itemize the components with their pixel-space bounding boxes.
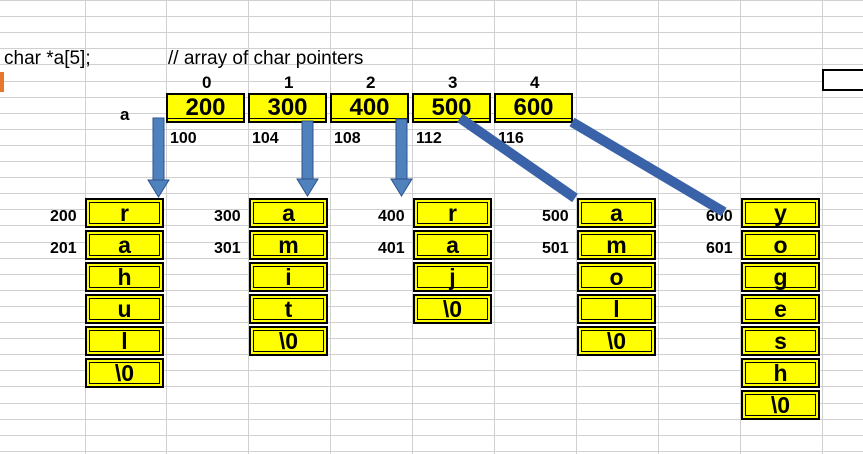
- string-1-char[interactable]: \0: [249, 326, 328, 356]
- string-4-address-1: 601: [706, 240, 733, 257]
- index-3: 3: [448, 73, 458, 92]
- string-3-char[interactable]: l: [577, 294, 656, 324]
- string-0-char[interactable]: l: [85, 326, 164, 356]
- array-name-label: a: [120, 105, 130, 124]
- pointer-cell-4[interactable]: 600: [494, 93, 573, 123]
- string-4-char[interactable]: o: [741, 230, 820, 260]
- string-2-char[interactable]: a: [413, 230, 492, 260]
- string-4-char[interactable]: e: [741, 294, 820, 324]
- string-4-char[interactable]: s: [741, 326, 820, 356]
- pointer-cell-3[interactable]: 500: [412, 93, 491, 123]
- index-0: 0: [202, 73, 212, 92]
- string-2-char[interactable]: j: [413, 262, 492, 292]
- string-3-char[interactable]: m: [577, 230, 656, 260]
- string-2-char[interactable]: r: [413, 198, 492, 228]
- selected-cell[interactable]: [822, 69, 863, 91]
- array-address-2: 108: [334, 130, 361, 147]
- string-0-char[interactable]: r: [85, 198, 164, 228]
- array-address-3: 112: [416, 130, 442, 147]
- string-0-char[interactable]: u: [85, 294, 164, 324]
- array-address-4: 116: [498, 130, 524, 147]
- string-3-char[interactable]: a: [577, 198, 656, 228]
- string-3-address-1: 501: [542, 240, 569, 257]
- string-0-char[interactable]: \0: [85, 358, 164, 388]
- index-2: 2: [366, 73, 376, 92]
- pointer-cell-1[interactable]: 300: [248, 93, 327, 123]
- string-2-char[interactable]: \0: [413, 294, 492, 324]
- string-4-char[interactable]: h: [741, 358, 820, 388]
- comment-text: // array of char pointers: [168, 48, 364, 69]
- string-1-char[interactable]: t: [249, 294, 328, 324]
- string-4-char[interactable]: \0: [741, 390, 820, 420]
- string-4-char[interactable]: g: [741, 262, 820, 292]
- string-0-char[interactable]: h: [85, 262, 164, 292]
- string-1-address-1: 301: [214, 240, 241, 257]
- string-4-address-0: 600: [706, 208, 733, 225]
- string-1-address-0: 300: [214, 208, 241, 225]
- declaration-text: char *a[5];: [4, 48, 91, 69]
- index-4: 4: [530, 73, 540, 92]
- array-address-1: 104: [252, 130, 279, 147]
- string-1-char[interactable]: i: [249, 262, 328, 292]
- string-3-char[interactable]: o: [577, 262, 656, 292]
- pointer-cell-0[interactable]: 200: [166, 93, 245, 123]
- index-1: 1: [284, 73, 294, 92]
- array-address-0: 100: [170, 130, 197, 147]
- string-4-char[interactable]: y: [741, 198, 820, 228]
- string-3-char[interactable]: \0: [577, 326, 656, 356]
- string-2-address-0: 400: [378, 208, 405, 225]
- pointer-cell-2[interactable]: 400: [330, 93, 409, 123]
- string-3-address-0: 500: [542, 208, 569, 225]
- string-0-address-0: 200: [50, 208, 77, 225]
- row-marker: [0, 72, 4, 92]
- string-0-address-1: 201: [50, 240, 77, 257]
- string-1-char[interactable]: a: [249, 198, 328, 228]
- string-2-address-1: 401: [378, 240, 405, 257]
- string-0-char[interactable]: a: [85, 230, 164, 260]
- string-1-char[interactable]: m: [249, 230, 328, 260]
